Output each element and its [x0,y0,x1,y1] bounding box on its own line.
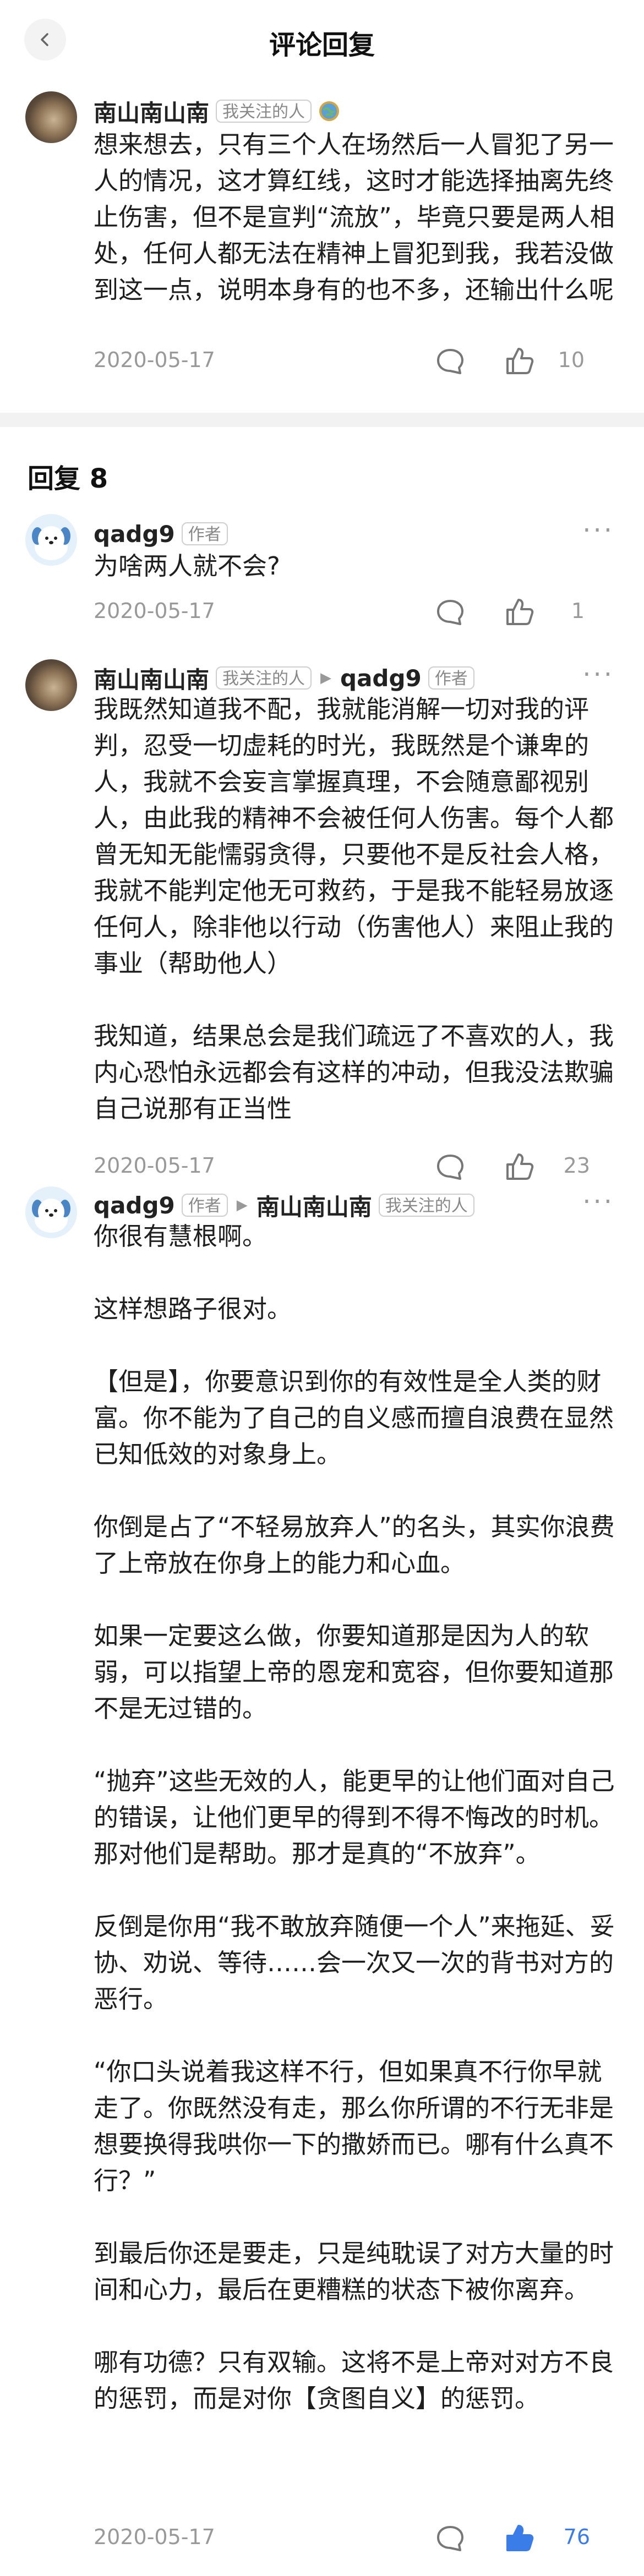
thumbs-up-icon[interactable] [503,595,535,627]
follow-badge: 我关注的人 [216,100,312,123]
avatar[interactable] [25,91,77,143]
reply-to-name[interactable]: 南山南山南 [256,1189,372,1222]
avatar-dog-icon [32,1199,70,1233]
comment-bubble-icon[interactable] [435,597,466,627]
author-name[interactable]: qadg9 [94,521,175,548]
comment-text: 想来想去，只有三个人在场然后一人冒犯了另一人的情况，这才算红线，这时才能选择抽离… [94,130,615,304]
top-bar: 评论回复 [0,0,644,83]
reply-text: 为啥两人就不会? [94,551,280,581]
author-badge: 作者 [181,522,228,545]
globe-icon [319,101,340,121]
reply-date: 2020-05-17 [94,599,215,623]
reply-item: qadg9 作者 ··· 为啥两人就不会? 2020-05-17 1 [0,512,644,638]
replies-header: 回复 8 [28,463,108,494]
follow-badge: 我关注的人 [216,666,312,690]
reply-text: 我既然知道我不配，我就能消解一切对我的评判，忍受一切虚耗的时光，我既然是个谦卑的… [94,694,614,1123]
page-title: 评论回复 [269,30,375,61]
like-count: 1 [571,599,585,623]
reply-to-name[interactable]: qadg9 [340,665,422,692]
thumbs-up-icon[interactable] [503,2522,535,2553]
thumbs-up-icon[interactable] [503,344,535,376]
avatar-dog-icon [32,526,70,560]
like-count: 10 [558,348,585,372]
follow-badge: 我关注的人 [378,1194,474,1217]
comment-date: 2020-05-17 [94,348,215,372]
thumbs-up-icon[interactable] [503,1150,535,1182]
author-badge: 作者 [428,666,474,690]
comment-bubble-icon[interactable] [435,2523,466,2553]
reply-text: 你很有慧根啊。 这样想路子很对。 【但是】，你要意识到你的有效性是全人类的财富。… [94,1222,615,2413]
author-name[interactable]: 南山南山南 [94,661,209,695]
avatar[interactable] [25,1186,77,1238]
more-dots-icon[interactable]: ··· [582,661,614,688]
author-name[interactable]: qadg9 [94,1192,175,1219]
like-count: 76 [563,2525,590,2549]
reply-item: 南山南山南 我关注的人 ▶ qadg9 作者 ··· 我既然知道我不配，我就能消… [0,655,644,1183]
author-badge: 作者 [181,1194,228,1217]
author-name[interactable]: 南山南山南 [94,95,209,128]
reply-item: qadg9 作者 ▶ 南山南山南 我关注的人 ··· 你很有慧根啊。 这样想路子… [0,1183,644,2559]
more-dots-icon[interactable]: ··· [582,517,614,544]
main-comment: 南山南山南 我关注的人 想来想去，只有三个人在场然后一人冒犯了另一人的情况，这才… [0,88,644,396]
like-count: 23 [563,1153,590,1178]
triangle-right-icon: ▶ [236,1197,248,1213]
comment-bubble-icon[interactable] [435,346,466,376]
reply-date: 2020-05-17 [94,1153,215,1178]
avatar[interactable] [25,514,77,566]
reply-date: 2020-05-17 [94,2525,215,2549]
comment-bubble-icon[interactable] [435,1151,466,1182]
avatar[interactable] [25,659,77,711]
more-dots-icon[interactable]: ··· [582,1189,614,1215]
section-divider [0,413,644,427]
triangle-right-icon: ▶ [320,670,332,686]
